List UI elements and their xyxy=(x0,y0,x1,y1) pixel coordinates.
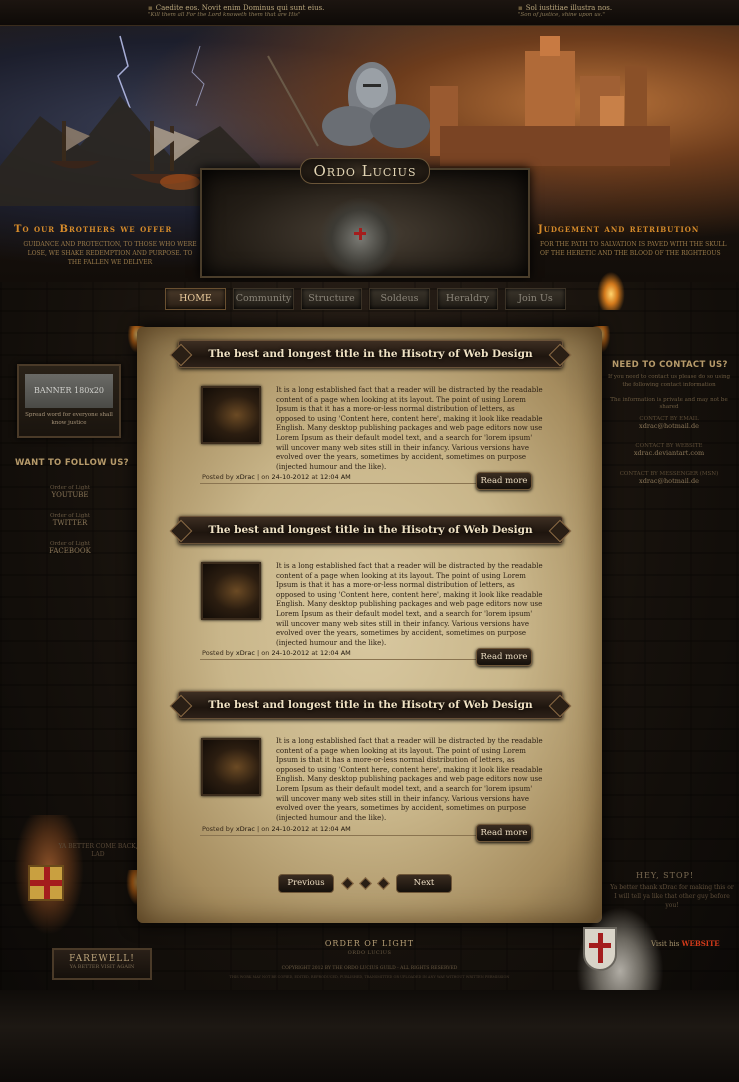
templar-knight-image xyxy=(320,198,400,278)
stop-heading: HEY, STOP! xyxy=(636,871,695,880)
footer-title: ORDER OF LIGHT xyxy=(324,939,415,948)
bullet-icon: ▪ xyxy=(148,4,153,12)
post-thumbnail[interactable] xyxy=(201,738,261,796)
follow-big-label: FACEBOOK xyxy=(49,547,91,555)
shield-icon xyxy=(28,865,64,901)
contact-heading: NEED TO CONTACT US? xyxy=(612,360,728,370)
contact-website[interactable]: Contact by website xdrac.deviantart.com xyxy=(604,443,734,457)
at-label: at xyxy=(311,825,318,833)
post-meta: Posted by xDrac | on 24-10-2012 at 12:04… xyxy=(202,825,351,833)
post-date: 24-10-2012 xyxy=(271,473,310,481)
post-body: It is a long established fact that a rea… xyxy=(276,386,543,471)
nav-join-us[interactable]: Join Us xyxy=(505,288,566,310)
post-date: 24-10-2012 xyxy=(271,825,310,833)
post-body: It is a long established fact that a rea… xyxy=(276,737,543,822)
quote-right-latin: Sol iustitiae illustra nos. xyxy=(525,4,613,12)
post-meta: Posted by xDrac | on 24-10-2012 at 12:04… xyxy=(202,649,351,657)
contact-info: If you need to contact us please do so u… xyxy=(604,374,734,412)
footer-subtitle: Ordo Lucius xyxy=(347,950,392,956)
previous-button[interactable]: Previous xyxy=(278,874,334,893)
tagline-right-text: For the path to salvation is paved with … xyxy=(540,241,727,257)
post-body: It is a long established fact that a rea… xyxy=(276,562,543,647)
follow-facebook-link[interactable]: Order of Light FACEBOOK xyxy=(30,541,110,555)
follow-twitter-link[interactable]: Order of Light TWITTER xyxy=(30,513,110,527)
on-label: on xyxy=(261,649,270,657)
red-cross-icon xyxy=(354,228,366,240)
contact-value[interactable]: xdrac@hotmail.de xyxy=(604,422,734,430)
follow-heading: WANT TO FOLLOW US? xyxy=(15,458,129,468)
next-button[interactable]: Next xyxy=(396,874,452,893)
post-author[interactable]: xDrac xyxy=(236,825,255,833)
pagination: Previous Next xyxy=(278,874,453,894)
contact-value[interactable]: xdrac.deviantart.com xyxy=(604,449,734,457)
crusader-knight-image xyxy=(14,815,84,935)
post-3: The best and longest title in the Hisotr… xyxy=(178,691,563,851)
posted-by-label: Posted by xyxy=(202,473,234,481)
page: ▪ Caedite eos. Novit enim Dominus qui sun… xyxy=(0,0,739,1082)
page-dot-icon[interactable] xyxy=(359,877,372,890)
tagline-left-title: To our Brothers we offer xyxy=(14,224,173,235)
posted-by-label: Posted by xyxy=(202,649,234,657)
ground xyxy=(0,990,739,1082)
footer-copyright: Copyright 2012 by the Ordo Lucius Guild … xyxy=(281,966,458,971)
banner-ad[interactable]: BANNER 180x20 Spread word for everyone s… xyxy=(17,364,121,438)
contact-value[interactable]: xdrac@hotmail.de xyxy=(604,477,734,485)
post-time: 12:04 AM xyxy=(319,473,351,481)
quote-right: ▪ Sol iustitiae illustra nos. "Son of jus… xyxy=(518,4,612,18)
post-author[interactable]: xDrac xyxy=(236,473,255,481)
read-more-button[interactable]: Read more xyxy=(476,648,532,666)
on-label: on xyxy=(261,825,270,833)
footer-legal: This work may not be copied, edited, rep… xyxy=(229,975,510,979)
contact-info-text: If you need to contact us please do so u… xyxy=(607,374,731,388)
follow-big-label: YOUTUBE xyxy=(51,491,89,499)
nav-soldeus[interactable]: Soldeus xyxy=(369,288,430,310)
post-author[interactable]: xDrac xyxy=(236,649,255,657)
post-date: 24-10-2012 xyxy=(271,649,310,657)
nav-heraldry[interactable]: Heraldry xyxy=(437,288,498,310)
post-2: The best and longest title in the Hisotr… xyxy=(178,516,563,676)
bullet-icon: ▪ xyxy=(518,4,523,12)
banner-label: BANNER 180x20 xyxy=(25,374,113,408)
post-title[interactable]: The best and longest title in the Hisotr… xyxy=(178,340,563,368)
post-thumbnail[interactable] xyxy=(201,386,261,444)
quote-bar: ▪ Caedite eos. Novit enim Dominus qui sun… xyxy=(0,0,739,26)
banner-text: Spread word for everyone shall know just… xyxy=(25,412,113,426)
post-title[interactable]: The best and longest title in the Hisotr… xyxy=(178,691,563,719)
page-dot-icon[interactable] xyxy=(377,877,390,890)
better-text: Ya better come back, lad xyxy=(58,843,138,858)
contact-messenger[interactable]: Contact by messenger (MSN) xdrac@hotmail… xyxy=(604,471,734,485)
lantern-icon xyxy=(596,270,626,310)
read-more-button[interactable]: Read more xyxy=(476,472,532,490)
at-label: at xyxy=(311,649,318,657)
on-label: on xyxy=(261,473,270,481)
quote-right-english: "Son of justice, shine upon us." xyxy=(518,12,605,18)
post-thumbnail[interactable] xyxy=(201,562,261,620)
tagline-right-title: Judgement and retribution xyxy=(538,224,700,235)
post-1: The best and longest title in the Hisotr… xyxy=(178,340,563,500)
nav-community[interactable]: Community xyxy=(233,288,294,310)
nav-home[interactable]: HOME xyxy=(165,288,226,310)
contact-note: The information is private and may not b… xyxy=(610,396,728,411)
post-title[interactable]: The best and longest title in the Hisotr… xyxy=(178,516,563,544)
follow-big-label: TWITTER xyxy=(52,519,88,527)
nav-structure[interactable]: Structure xyxy=(301,288,362,310)
posted-by-label: Posted by xyxy=(202,825,234,833)
main-nav: HOME Community Structure Soldeus Heraldr… xyxy=(165,288,566,310)
contact-email[interactable]: Contact by email xdrac@hotmail.de xyxy=(604,416,734,430)
quote-left-english: "Kill them all For the Lord knoweth them… xyxy=(148,12,301,18)
page-dot-icon[interactable] xyxy=(341,877,354,890)
post-time: 12:04 AM xyxy=(319,649,351,657)
quote-left: ▪ Caedite eos. Novit enim Dominus qui sun… xyxy=(148,4,324,18)
site-logo[interactable]: Ordo Lucius xyxy=(300,158,430,184)
follow-youtube-link[interactable]: Order of Light YOUTUBE xyxy=(30,485,110,499)
shield-icon xyxy=(583,927,617,971)
tagline-left-text: Guidance and protection, to those who we… xyxy=(23,241,197,266)
post-meta: Posted by xDrac | on 24-10-2012 at 12:04… xyxy=(202,473,351,481)
logo-panel xyxy=(200,168,530,278)
at-label: at xyxy=(311,473,318,481)
read-more-button[interactable]: Read more xyxy=(476,824,532,842)
quote-left-latin: Caedite eos. Novit enim Dominus qui sunt… xyxy=(155,4,325,12)
post-time: 12:04 AM xyxy=(319,825,351,833)
